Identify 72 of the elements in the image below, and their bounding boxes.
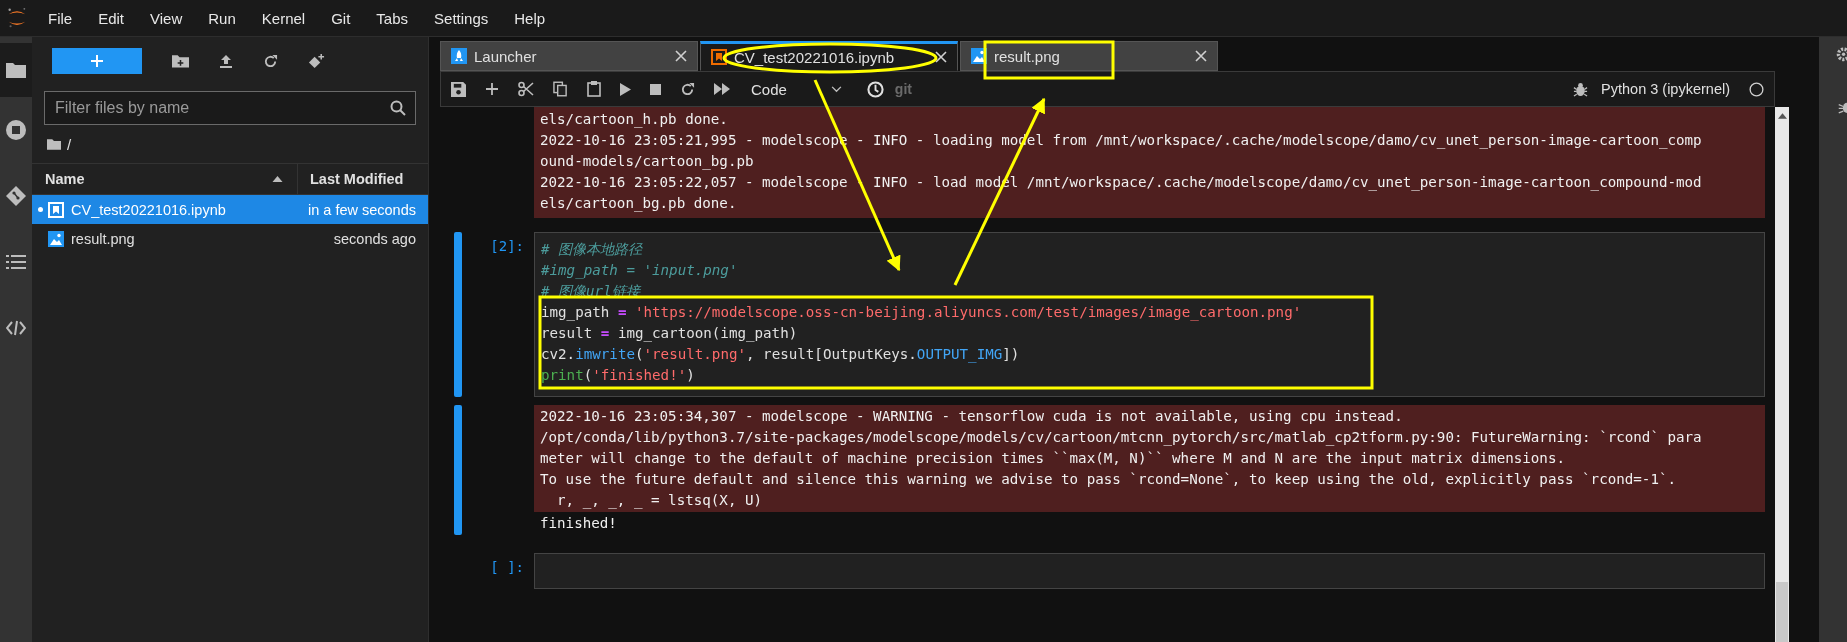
scroll-up-icon[interactable] xyxy=(1777,113,1787,119)
bug-icon[interactable] xyxy=(1573,81,1589,97)
modified-time: in a few seconds xyxy=(308,201,416,218)
folder-icon[interactable] xyxy=(6,62,26,78)
refresh-icon[interactable] xyxy=(263,53,278,69)
image-icon xyxy=(48,230,64,247)
menu-item[interactable]: File xyxy=(48,9,73,27)
stop-circle-icon[interactable] xyxy=(6,120,26,140)
scroll-thumb[interactable] xyxy=(1776,582,1788,642)
error-output: 2022-10-16 23:05:34,307 - modelscope - WARNING - tensorflow cuda is not available, using cpu instead. /opt/conda/lib/python3.7/site-packages/modelscope/models/cv/cartoon/mtcnn_pytorch/src/matlab_cp2tform.py:90: FutureWarning: `rcond` para meter will change to the default of machine precision times ``max(M, N)`` where M and N are the input matrix dimensions. To use the future default and silence this warning we advise to pass `rcond=None`, to keep using the old, explicitly pass `rcond=-1`. r, _, _, _ = lstsq(X, U) xyxy=(534,405,1765,512)
notebook-icon xyxy=(711,49,727,65)
file-name: result.png xyxy=(71,230,136,247)
running-dot-icon xyxy=(37,207,43,212)
list-icon[interactable] xyxy=(6,254,26,270)
modified-time: seconds ago xyxy=(333,230,416,247)
menu-item[interactable]: Git xyxy=(331,9,351,27)
column-header[interactable]: Last Modified xyxy=(297,164,428,194)
file-row[interactable]: result.png seconds ago xyxy=(32,224,428,253)
run-icon[interactable] xyxy=(620,82,631,96)
input-prompt: [2]: xyxy=(490,238,524,256)
code-line: cv2.imwrite('result.png', result[OutputKeys.OUTPUT_IMG]) xyxy=(541,345,1021,365)
close-icon[interactable] xyxy=(1195,50,1207,62)
cell-type-dropdown[interactable]: Code xyxy=(751,80,842,98)
scrollbar[interactable] xyxy=(1775,107,1789,642)
menu-item[interactable]: Tabs xyxy=(376,9,409,27)
code-line: print('finished!') xyxy=(541,366,696,385)
code-line: result = img_cartoon(img_path) xyxy=(541,324,799,344)
menu-item[interactable]: Edit xyxy=(98,9,125,27)
code-line: #img_path = 'input.png' xyxy=(541,261,739,281)
code-line: img_path = 'https://modelscope.oss-cn-beijing.aliyuncs.com/test/images/image_cartoon.png' xyxy=(541,303,1303,323)
git-icon[interactable] xyxy=(6,186,26,206)
search-icon xyxy=(390,100,406,116)
menu-item[interactable]: Run xyxy=(208,9,236,27)
column-header[interactable]: Name xyxy=(32,171,272,187)
clipboard-icon[interactable] xyxy=(587,81,601,97)
breadcrumb-path[interactable]: / xyxy=(67,135,72,153)
clock-icon[interactable] xyxy=(866,80,884,98)
new-folder-icon[interactable] xyxy=(172,54,189,68)
menu-item[interactable]: Settings xyxy=(434,9,489,27)
upload-icon[interactable] xyxy=(219,54,233,68)
close-icon[interactable] xyxy=(675,50,687,62)
kernel-status-icon xyxy=(1749,81,1764,97)
folder-icon[interactable] xyxy=(47,138,61,150)
add-icon xyxy=(90,54,104,68)
restart-icon[interactable] xyxy=(680,81,695,97)
caret-icon xyxy=(830,85,842,93)
tab[interactable]: Launcher xyxy=(440,41,698,71)
text-output: finished! xyxy=(539,514,618,533)
scissors-icon[interactable] xyxy=(518,81,534,97)
code-icon[interactable] xyxy=(6,320,26,336)
tab[interactable]: result.png xyxy=(960,41,1218,71)
sort-caret-icon xyxy=(272,176,283,182)
input-prompt: [ ]: xyxy=(490,559,524,577)
filter-field[interactable]: Filter files by name xyxy=(44,91,416,125)
code-line: # 图像本地路径 xyxy=(541,240,644,259)
stop-icon[interactable] xyxy=(650,83,661,95)
notebook-icon xyxy=(48,201,64,218)
git-clone-icon[interactable] xyxy=(308,52,325,70)
menu-item[interactable]: Help xyxy=(514,9,546,27)
rocket-icon xyxy=(451,48,467,64)
code-editor[interactable] xyxy=(534,232,1765,397)
add-icon[interactable] xyxy=(485,82,499,96)
copy-icon[interactable] xyxy=(553,81,568,97)
jupyter-logo-icon xyxy=(6,6,28,30)
menu-item[interactable]: View xyxy=(150,9,183,27)
kernel-name[interactable]: Python 3 (ipykernel) xyxy=(1601,81,1730,97)
close-icon[interactable] xyxy=(935,51,947,63)
save-icon[interactable] xyxy=(451,81,466,97)
file-name: CV_test20221016.ipynb xyxy=(71,201,227,218)
fast-forward-icon[interactable] xyxy=(714,83,730,95)
menu-item[interactable]: Kernel xyxy=(261,9,306,27)
file-row[interactable]: CV_test20221016.ipynb in a few seconds xyxy=(32,195,428,224)
